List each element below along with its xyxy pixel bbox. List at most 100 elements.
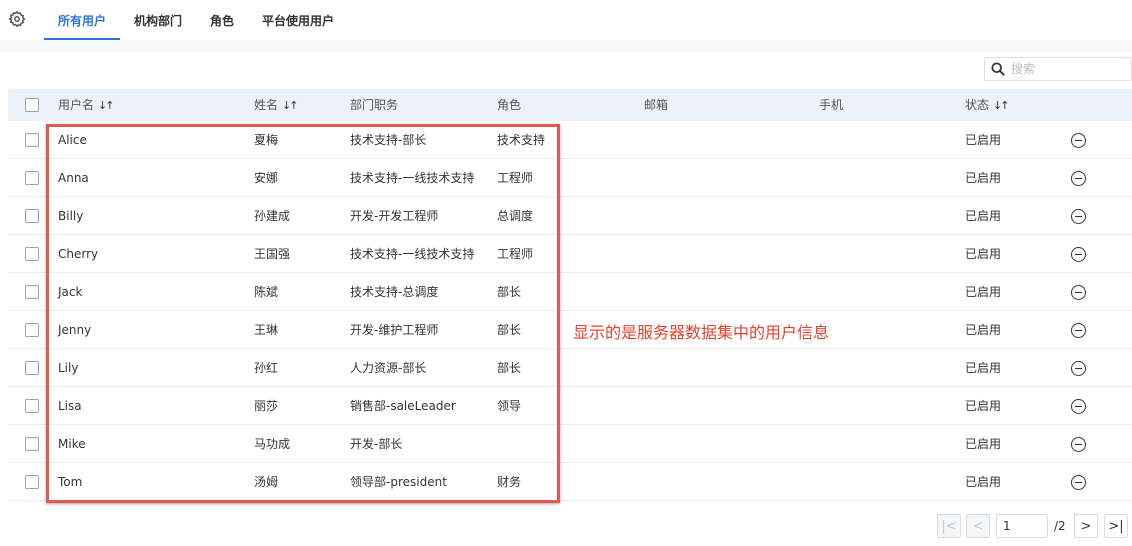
row-checkbox[interactable] [25, 171, 39, 185]
row-checkbox[interactable] [25, 361, 39, 375]
tab-2[interactable]: 角色 [196, 0, 248, 40]
cell-username: Jenny [58, 323, 92, 337]
search-box[interactable] [984, 57, 1132, 81]
minus-circle-icon[interactable] [1071, 361, 1086, 376]
minus-circle-icon[interactable] [1071, 247, 1086, 262]
column-header-role: 角色 [497, 98, 522, 112]
cell-status: 已启用 [965, 209, 1002, 223]
next-page-icon: > [1080, 518, 1092, 534]
minus-circle-icon[interactable] [1071, 475, 1086, 490]
prev-page-button[interactable]: < [966, 514, 990, 538]
table-row[interactable]: Jenny 王琳 开发-维护工程师 部长 已启用 [8, 311, 1132, 349]
minus-circle-icon[interactable] [1071, 171, 1086, 186]
sort-icon[interactable]: ↓↑ [282, 99, 299, 112]
cell-username: Anna [58, 171, 89, 185]
tab-divider-strip [0, 40, 1132, 52]
table-row[interactable]: Lisa 丽莎 销售部-saleLeader 领导 已启用 [8, 387, 1132, 425]
cell-status: 已启用 [965, 361, 1002, 375]
cell-name: 汤姆 [254, 475, 279, 489]
cell-role: 部长 [497, 285, 522, 299]
cell-username: Cherry [58, 247, 99, 261]
table-row[interactable]: Mike 马功成 开发-部长 已启用 [8, 425, 1132, 463]
cell-status: 已启用 [965, 171, 1002, 185]
cell-name: 夏梅 [254, 133, 279, 147]
select-all-checkbox[interactable] [25, 98, 39, 112]
row-checkbox[interactable] [25, 323, 39, 337]
cell-role: 部长 [497, 323, 522, 337]
cell-status: 已启用 [965, 285, 1002, 299]
prev-page-icon: < [972, 518, 984, 534]
row-checkbox[interactable] [25, 475, 39, 489]
cell-role: 技术支持 [497, 133, 546, 147]
row-checkbox[interactable] [25, 209, 39, 223]
gear-icon[interactable] [8, 10, 26, 28]
search-input[interactable] [1011, 62, 1121, 76]
cell-dept: 销售部-saleLeader [350, 399, 456, 413]
minus-circle-icon[interactable] [1071, 133, 1086, 148]
cell-username: Lisa [58, 399, 82, 413]
cell-role: 财务 [497, 475, 522, 489]
top-bar: 所有用户 机构部门 角色 平台使用用户 [0, 0, 1132, 40]
column-header-status[interactable]: 状态 ↓↑ [965, 89, 1010, 121]
minus-circle-icon[interactable] [1071, 399, 1086, 414]
cell-dept: 技术支持-一线技术支持 [350, 247, 475, 261]
cell-role: 领导 [497, 399, 522, 413]
cell-role: 工程师 [497, 247, 534, 261]
column-header-email: 邮箱 [644, 98, 669, 112]
cell-dept: 开发-开发工程师 [350, 209, 439, 223]
search-icon [991, 62, 1005, 76]
cell-username: Tom [58, 475, 83, 489]
minus-circle-icon[interactable] [1071, 437, 1086, 452]
column-header-dept: 部门职务 [350, 98, 399, 112]
column-header-username[interactable]: 用户名 ↓↑ [58, 89, 115, 121]
cell-status: 已启用 [965, 437, 1002, 451]
cell-role: 总调度 [497, 209, 534, 223]
row-checkbox[interactable] [25, 247, 39, 261]
cell-name: 孙红 [254, 361, 279, 375]
cell-status: 已启用 [965, 133, 1002, 147]
table-row[interactable]: Cherry 王国强 技术支持-一线技术支持 工程师 已启用 [8, 235, 1132, 273]
minus-circle-icon[interactable] [1071, 323, 1086, 338]
cell-name: 丽莎 [254, 399, 279, 413]
cell-dept: 技术支持-一线技术支持 [350, 171, 475, 185]
row-checkbox[interactable] [25, 399, 39, 413]
cell-username: Jack [58, 285, 83, 299]
tab-3[interactable]: 平台使用用户 [248, 0, 348, 40]
table-row[interactable]: Tom 汤姆 领导部-president 财务 已启用 [8, 463, 1132, 501]
cell-status: 已启用 [965, 323, 1002, 337]
last-page-button[interactable]: >| [1104, 514, 1128, 538]
row-checkbox[interactable] [25, 285, 39, 299]
table-row[interactable]: Alice 夏梅 技术支持-部长 技术支持 已启用 [8, 121, 1132, 159]
sort-icon[interactable]: ↓↑ [98, 99, 115, 112]
cell-status: 已启用 [965, 247, 1002, 261]
column-header-name[interactable]: 姓名 ↓↑ [254, 89, 299, 121]
cell-username: Lily [58, 361, 79, 375]
minus-circle-icon[interactable] [1071, 209, 1086, 224]
cell-status: 已启用 [965, 399, 1002, 413]
table-header: 用户名 ↓↑ 姓名 ↓↑ 部门职务 角色 邮箱 手机 状态 ↓↑ [8, 89, 1132, 121]
table-row[interactable]: Anna 安娜 技术支持-一线技术支持 工程师 已启用 [8, 159, 1132, 197]
row-checkbox[interactable] [25, 133, 39, 147]
first-page-button[interactable]: |< [937, 514, 961, 538]
cell-name: 王琳 [254, 323, 279, 337]
next-page-button[interactable]: > [1074, 514, 1098, 538]
cell-name: 陈斌 [254, 285, 279, 299]
table-row[interactable]: Billy 孙建成 开发-开发工程师 总调度 已启用 [8, 197, 1132, 235]
cell-role: 工程师 [497, 171, 534, 185]
tab-1[interactable]: 机构部门 [120, 0, 196, 40]
cell-status: 已启用 [965, 475, 1002, 489]
tab-0[interactable]: 所有用户 [44, 0, 121, 40]
cell-name: 王国强 [254, 247, 291, 261]
row-checkbox[interactable] [25, 437, 39, 451]
cell-dept: 人力资源-部长 [350, 361, 427, 375]
cell-name: 孙建成 [254, 209, 291, 223]
tab-bar: 所有用户 机构部门 角色 平台使用用户 [44, 0, 348, 40]
minus-circle-icon[interactable] [1071, 285, 1086, 300]
first-page-icon: |< [941, 518, 957, 534]
sort-icon[interactable]: ↓↑ [993, 99, 1010, 112]
table-row[interactable]: Lily 孙红 人力资源-部长 部长 已启用 [8, 349, 1132, 387]
cell-username: Mike [58, 437, 86, 451]
table-row[interactable]: Jack 陈斌 技术支持-总调度 部长 已启用 [8, 273, 1132, 311]
cell-dept: 技术支持-部长 [350, 133, 427, 147]
page-number-input[interactable]: 1 [996, 514, 1048, 538]
